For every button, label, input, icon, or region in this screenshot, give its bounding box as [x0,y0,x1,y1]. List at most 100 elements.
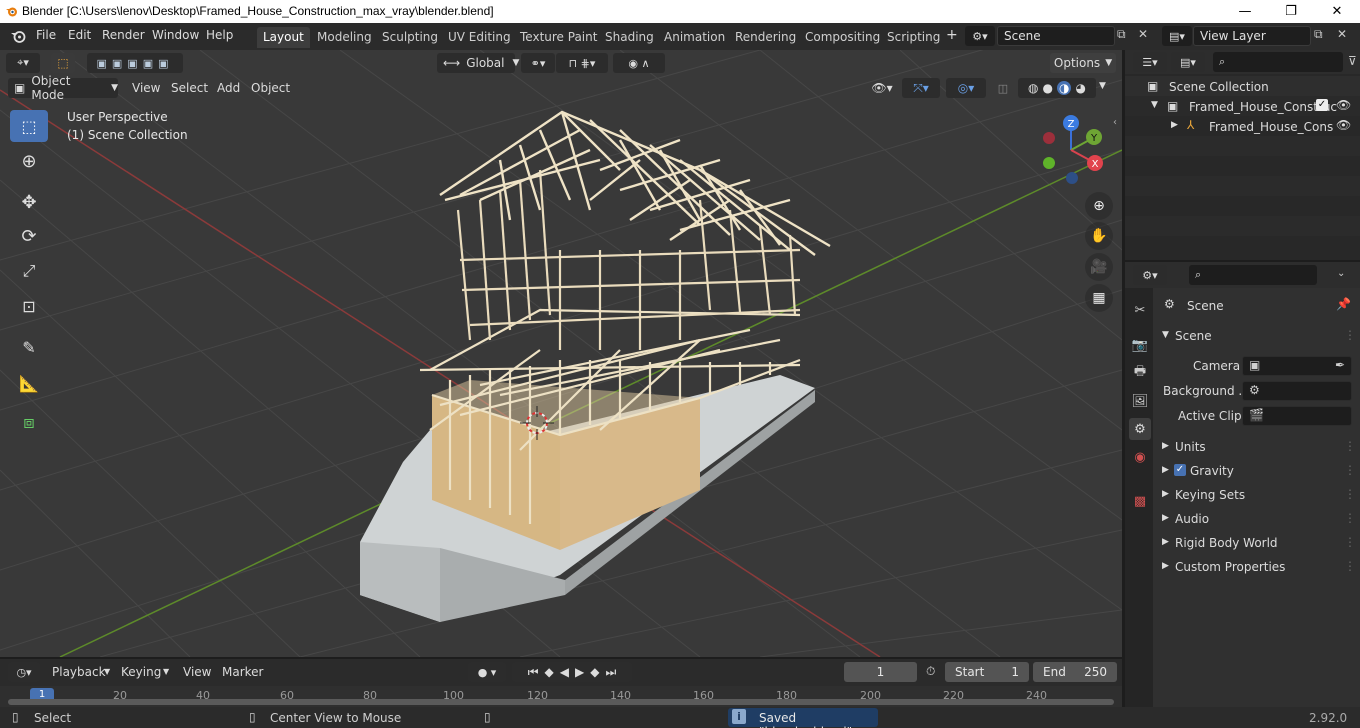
menu-file[interactable]: File [36,28,56,42]
play-icon[interactable]: ▶ [575,665,584,679]
drag-handle-icon[interactable]: ⋮⋮ [1344,511,1360,525]
snap-toggle[interactable]: ⊓ ⋕▾ [556,53,608,73]
scene-panel-header[interactable]: ▼ Scene ⋮⋮ [1158,324,1360,348]
visibility-dropdown[interactable]: 👁▾ [866,78,898,98]
tab-uv-editing[interactable]: UV Editing [442,27,517,48]
add-workspace-button[interactable]: + [946,27,958,43]
shading-mode-group[interactable]: ◍ ● ◑ ◕ [1018,78,1096,98]
tab-rendering[interactable]: Rendering [729,27,802,48]
maximize-button[interactable]: ❐ [1268,0,1314,23]
outliner-search-input[interactable]: ⌕ [1213,52,1343,72]
menu-edit[interactable]: Edit [68,28,91,42]
scene-remove-icon[interactable]: ✕ [1138,27,1148,41]
proportional-edit-toggle[interactable]: ◉ ∧ [613,53,665,73]
drag-handle-icon[interactable]: ⋮⋮ [1344,439,1360,453]
expand-down-icon[interactable]: ▼ [1151,100,1158,110]
timeline-view-menu[interactable]: View [183,665,211,679]
texture-tab[interactable]: ▩ [1129,490,1151,512]
drag-handle-icon[interactable]: ⋮⋮ [1344,328,1360,342]
outliner-editor-type[interactable]: ☰▾ [1133,52,1167,72]
camera-view-button[interactable]: 🎥 [1085,253,1113,281]
gizmo-neg-y[interactable] [1043,157,1055,169]
cursor-tool-button[interactable]: ⊕ [10,145,48,177]
add-menu[interactable]: Add [217,81,240,95]
view-layer-browse-button[interactable]: ▤▾ [1162,26,1192,46]
start-frame-field[interactable]: Start 1 [945,662,1029,682]
scene-copy-icon[interactable]: ⧉ [1117,27,1126,42]
move-tool-button[interactable]: ✥ [10,186,48,218]
gizmo-neg-z[interactable] [1066,172,1078,184]
display-mode-dropdown[interactable]: ▤▾ [1171,52,1205,72]
object-mode-dropdown[interactable]: ▣ Object Mode ▼ [8,74,118,102]
current-frame-field[interactable]: 1 [844,662,917,682]
pivot-point-dropdown[interactable]: ⚭▾ [521,53,555,73]
rigid-body-panel-header[interactable]: ▶ Rigid Body World ⋮⋮ [1158,531,1360,555]
camera-field[interactable]: ▣ ✒ [1242,356,1352,376]
object-menu[interactable]: Object [251,81,290,95]
playback-controls[interactable]: ⏮ ◆ ◀ ▶ ◆ ⏭ [512,662,632,682]
view-layer-copy-icon[interactable]: ⧉ [1314,27,1323,42]
scale-tool-button[interactable]: ⤢ [10,255,48,287]
tab-layout[interactable]: Layout [257,27,310,48]
selection-mode-group[interactable]: ▣▣▣▣▣ [87,53,183,73]
options-dropdown[interactable]: Options ▼ [1050,53,1116,73]
view-layer-field[interactable]: View Layer [1193,26,1311,46]
scene-tab[interactable]: ⚙ [1129,418,1151,440]
drag-handle-icon[interactable]: ⋮⋮ [1344,535,1360,549]
tab-animation[interactable]: Animation [658,27,731,48]
drag-handle-icon[interactable]: ⋮⋮ [1344,463,1360,477]
view-layer-remove-icon[interactable]: ✕ [1337,27,1347,41]
tool-tab[interactable]: ✂ [1129,299,1151,321]
keying-sets-panel-header[interactable]: ▶ Keying Sets ⋮⋮ [1158,483,1360,507]
pan-view-button[interactable]: ✋ [1085,222,1113,250]
units-panel-header[interactable]: ▶ Units ⋮⋮ [1158,435,1360,459]
marker-menu[interactable]: Marker [222,665,263,679]
menu-render[interactable]: Render [102,28,145,42]
auto-keying-toggle[interactable]: ● ▾ [468,662,506,682]
status-report[interactable]: i Saved "blender.blend" [728,708,878,728]
drag-handle-icon[interactable]: ⋮⋮ [1344,559,1360,573]
jump-end-icon[interactable]: ⏭ [605,665,616,680]
next-keyframe-icon[interactable]: ◆ [590,665,599,679]
keying-menu[interactable]: Keying [121,665,161,679]
scene-browse-button[interactable]: ⚙▾ [965,26,995,46]
world-tab[interactable]: ◉ [1129,446,1151,468]
overlay-toggle[interactable]: ◎▾ [946,78,986,98]
sidebar-toggle-icon[interactable]: ‹ [1113,117,1117,128]
custom-properties-panel-header[interactable]: ▶ Custom Properties ⋮⋮ [1158,555,1360,579]
visibility-eye-icon[interactable]: 👁 [1336,98,1351,112]
tab-sculpting[interactable]: Sculpting [376,27,444,48]
tab-scripting[interactable]: Scripting [881,27,946,48]
scene-name-field[interactable]: Scene [997,26,1115,46]
pin-icon[interactable]: 📌 [1336,297,1351,311]
3d-viewport[interactable]: ⌖▾ ⬚ ▣▣▣▣▣ ⟷ Global ▼ ⚭▾ ⊓ ⋕▾ ◉ ∧ Option… [0,50,1122,657]
end-frame-field[interactable]: End 250 [1033,662,1117,682]
minimize-button[interactable]: — [1222,0,1268,23]
filter-icon[interactable]: ⊽ [1348,54,1357,68]
measure-tool-button[interactable]: 📐 [10,367,48,399]
properties-search-input[interactable]: ⌕ [1189,265,1317,285]
menu-help[interactable]: Help [206,28,233,42]
gizmo-neg-x[interactable] [1043,132,1055,144]
jump-start-icon[interactable]: ⏮ [528,665,539,680]
timeline-editor-type[interactable]: ◷▾ [8,662,40,682]
timeline-ruler[interactable]: 1 20 40 60 80 100 120 140 160 180 200 22… [0,686,1122,707]
xray-toggle[interactable]: ◫ [993,78,1013,98]
shading-chevron-icon[interactable]: ▼ [1099,81,1106,91]
view-layer-tab[interactable]: 🖼 [1129,390,1151,412]
gravity-panel-header[interactable]: ▶ ✓ Gravity ⋮⋮ [1158,459,1360,483]
outliner-row-collection[interactable]: ▼ ▣ Framed_House_Construc ✓ 👁 [1125,96,1360,116]
editor-type-button[interactable]: ⌖▾ [6,53,40,73]
visibility-eye-icon[interactable]: 👁 [1336,118,1351,132]
tab-compositing[interactable]: Compositing [799,27,886,48]
rotate-tool-button[interactable]: ⟳ [10,220,48,252]
audio-panel-header[interactable]: ▶ Audio ⋮⋮ [1158,507,1360,531]
blender-menu-icon[interactable] [10,29,26,43]
outliner-row-scene-collection[interactable]: ▣ Scene Collection [1125,76,1360,96]
tab-texture-paint[interactable]: Texture Paint [514,27,603,48]
tab-shading[interactable]: Shading [599,27,660,48]
timer-icon[interactable]: ⏱ [926,664,935,679]
expand-right-icon[interactable]: ▶ [1171,120,1178,130]
zoom-view-button[interactable]: ⊕ [1085,192,1113,220]
add-cube-tool-button[interactable]: ⧈ [10,406,48,438]
